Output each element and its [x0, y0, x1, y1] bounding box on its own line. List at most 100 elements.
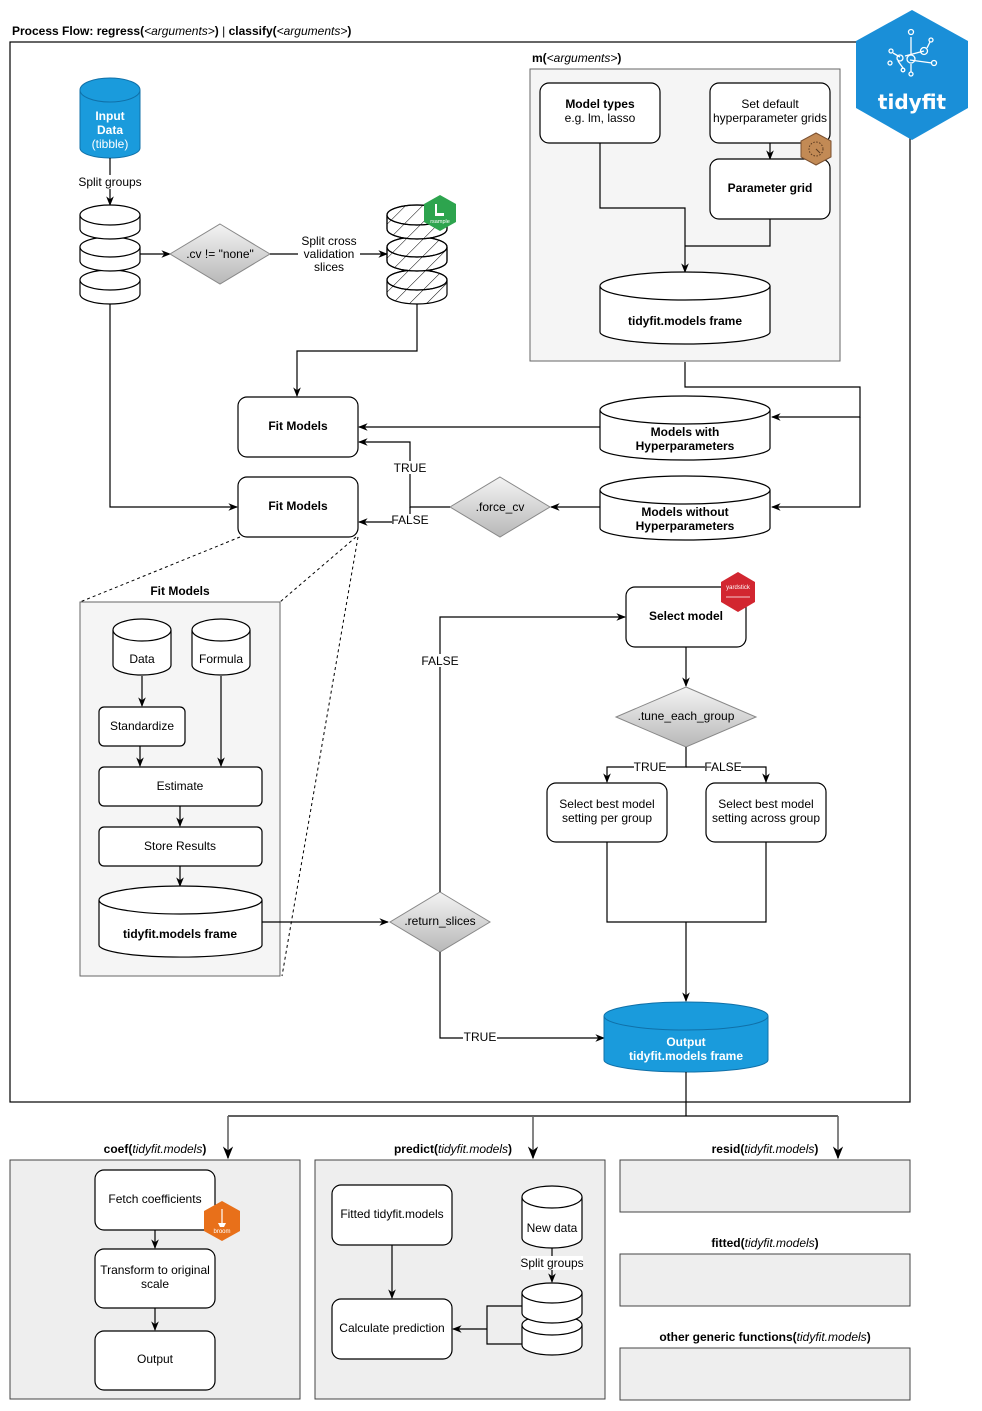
formula-cylinder[interactable]: Formula: [191, 618, 251, 676]
title-prefix: Process Flow:: [12, 24, 97, 38]
models-without-line2: Hyperparameters: [636, 519, 735, 533]
cv-edge-line1: Split cross: [301, 234, 356, 248]
cv-edge-line3: slices: [314, 260, 344, 274]
coef-close: ): [202, 1142, 206, 1156]
store-results-label: Store Results: [144, 839, 216, 853]
tidyfit-models-frame-label: tidyfit.models frame: [628, 314, 742, 328]
data-cylinder[interactable]: Data: [112, 618, 172, 676]
diagram-title: Process Flow: regress(<arguments>) | cla…: [12, 24, 351, 38]
m-block-title: m(<arguments>): [532, 51, 621, 65]
set-default-grids-box[interactable]: Set default hyperparameter grids: [709, 82, 831, 144]
zoom-guide-right-top: [279, 536, 357, 603]
fitted-title: fitted(tidyfit.models): [711, 1236, 818, 1250]
m-fn: m(: [532, 51, 547, 65]
cv-decision-label: .cv != "none": [186, 247, 254, 261]
tidyfit-logo-text: tidyfit: [878, 90, 947, 114]
tidyfit-models-frame-cylinder[interactable]: tidyfit.models frame: [599, 271, 771, 345]
fitted-arg: tidyfit.models: [745, 1236, 815, 1250]
tune-each-group-diamond[interactable]: .tune_each_group: [614, 686, 758, 748]
across-group-line2: setting across group: [712, 811, 820, 825]
resid-fn: resid(: [712, 1142, 745, 1156]
transform-scale-box[interactable]: Transform to original scale: [94, 1248, 216, 1309]
other-generics-panel[interactable]: [619, 1347, 911, 1401]
fit-models-bottom-box[interactable]: Fit Models: [237, 476, 359, 538]
zoom-guide-right-bottom: [281, 536, 359, 977]
new-data-cylinder[interactable]: New data: [521, 1185, 583, 1249]
calculate-prediction-box[interactable]: Calculate prediction: [331, 1298, 453, 1360]
output-line1: Output: [666, 1035, 705, 1049]
title-arg1: <arguments>: [144, 24, 215, 38]
input-data-cylinder[interactable]: Input Data (tibble): [79, 77, 141, 159]
coef-fn: coef(: [104, 1142, 133, 1156]
title-separator: |: [219, 24, 229, 38]
fetch-coefficients-label: Fetch coefficients: [108, 1192, 201, 1206]
standardize-box[interactable]: Standardize: [98, 706, 186, 747]
coef-title: coef(tidyfit.models): [104, 1142, 207, 1156]
other-fn: other generic functions(: [659, 1330, 796, 1344]
other-close: ): [867, 1330, 871, 1344]
coef-output-box[interactable]: Output: [94, 1330, 216, 1391]
models-with-hyperparameters-cylinder[interactable]: Models with Hyperparameters: [599, 395, 771, 461]
select-best-across-group-box[interactable]: Select best model setting across group: [705, 782, 827, 843]
predict-close: ): [508, 1142, 512, 1156]
estimate-label: Estimate: [157, 779, 204, 793]
process-flow-diagram: Process Flow: regress(<arguments>) | cla…: [9, 10, 968, 1401]
force-cv-diamond[interactable]: .force_cv: [449, 476, 551, 538]
title-arg2: <arguments>: [277, 24, 348, 38]
yardstick-badge-label: yardstick: [726, 585, 751, 591]
fit-models-bottom-label: Fit Models: [268, 499, 328, 513]
split-groups-label: Split groups: [78, 175, 141, 189]
force-false-label: FALSE: [391, 513, 428, 527]
resid-panel[interactable]: [619, 1159, 911, 1213]
tune-each-group-label: .tune_each_group: [638, 709, 735, 723]
coef-arg: tidyfit.models: [132, 1142, 202, 1156]
parameter-grid-label: Parameter grid: [728, 181, 813, 195]
resid-close: ): [814, 1142, 818, 1156]
model-types-box[interactable]: Model types e.g. lm, lasso: [539, 82, 661, 144]
grouped-data-stack[interactable]: [79, 204, 141, 305]
select-model-label: Select model: [649, 609, 723, 623]
fit-models-top-box[interactable]: Fit Models: [237, 396, 359, 458]
store-results-box[interactable]: Store Results: [98, 826, 263, 867]
title-close2: ): [347, 24, 351, 38]
other-arg: tidyfit.models: [797, 1330, 867, 1344]
new-data-groups-stack[interactable]: [521, 1282, 583, 1356]
fit-detail-frame-cylinder[interactable]: tidyfit.models frame: [98, 885, 263, 958]
return-false-label: FALSE: [421, 654, 458, 668]
rsample-badge-label: rsample: [430, 219, 450, 225]
cv-decision-diamond[interactable]: .cv != "none": [169, 223, 271, 285]
coef-output-label: Output: [137, 1352, 174, 1366]
fetch-coefficients-box[interactable]: Fetch coefficients: [94, 1169, 216, 1231]
fitted-panel[interactable]: [619, 1253, 911, 1307]
return-slices-diamond[interactable]: .return_slices: [389, 891, 491, 953]
predict-title: predict(tidyfit.models): [394, 1142, 512, 1156]
calculate-prediction-label: Calculate prediction: [339, 1321, 444, 1335]
return-true-label: TRUE: [464, 1030, 497, 1044]
edge-frame-to-models-without: [771, 417, 861, 511]
fit-detail-frame-label: tidyfit.models frame: [123, 927, 237, 941]
broom-badge-label: broom: [213, 1229, 230, 1235]
cv-edge-line2: validation: [304, 247, 355, 261]
estimate-box[interactable]: Estimate: [98, 766, 263, 807]
parameter-grid-box[interactable]: Parameter grid: [709, 158, 831, 220]
tidyfit-logo: tidyfit: [856, 10, 968, 140]
return-slices-label: .return_slices: [404, 914, 475, 928]
input-data-line1: Input: [95, 109, 124, 123]
select-best-per-group-box[interactable]: Select best model setting per group: [546, 782, 668, 843]
models-without-hyperparameters-cylinder[interactable]: Models without Hyperparameters: [599, 475, 771, 541]
per-group-line1: Select best model: [559, 797, 654, 811]
output-frame-cylinder[interactable]: Output tidyfit.models frame: [603, 1001, 769, 1073]
across-group-line1: Select best model: [718, 797, 813, 811]
tune-true-label: TRUE: [634, 760, 667, 774]
predict-fn: predict(: [394, 1142, 438, 1156]
title-classify: classify(: [229, 24, 277, 38]
edge-slices-to-fit-top: [293, 304, 418, 397]
other-generics-title: other generic functions(tidyfit.models): [659, 1330, 870, 1344]
edge-merge-selection: [606, 842, 767, 923]
transform-line1: Transform to original: [100, 1263, 210, 1277]
resid-title: resid(tidyfit.models): [712, 1142, 819, 1156]
fitted-close: ): [815, 1236, 819, 1250]
standardize-label: Standardize: [110, 719, 174, 733]
model-types-subtitle: e.g. lm, lasso: [565, 111, 636, 125]
fitted-models-box[interactable]: Fitted tidyfit.models: [331, 1184, 453, 1246]
